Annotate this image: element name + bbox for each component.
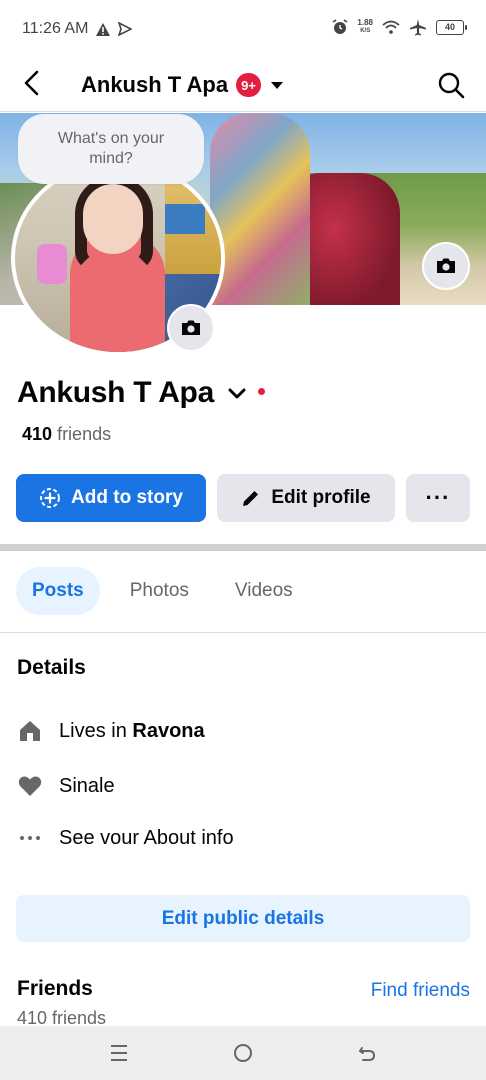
return-icon <box>359 1047 376 1061</box>
back-arrow-icon <box>24 70 39 96</box>
profile-name: Ankush T Apa <box>17 376 214 409</box>
notification-badge: 9+ <box>236 73 261 97</box>
notification-dot <box>257 387 265 395</box>
search-icon <box>438 72 465 99</box>
header-title-group[interactable]: Ankush T Apa 9+ <box>81 72 283 98</box>
friends-count[interactable]: 410 friends <box>22 424 111 445</box>
lives-place: Ravona <box>132 719 205 742</box>
airplane-icon <box>410 19 426 36</box>
profile-name-group[interactable]: Ankush T Apa <box>17 376 265 410</box>
friends-title: Friends <box>17 977 93 1000</box>
see-about-info-link[interactable]: See vour About info <box>17 823 234 853</box>
more-options-button[interactable]: ··· <box>406 474 470 522</box>
caret-down-icon <box>270 81 283 89</box>
menu-button[interactable] <box>107 1041 131 1065</box>
system-back-button[interactable] <box>355 1041 379 1065</box>
add-story-icon <box>40 488 61 508</box>
detail-lives-in: Lives in Ravona <box>17 716 205 746</box>
whats-on-your-mind-bubble[interactable]: What's on your mind? <box>18 114 204 184</box>
add-to-story-button[interactable]: Add to story <box>16 474 206 522</box>
more-options-label: ··· <box>425 485 451 510</box>
menu-icon <box>111 1045 127 1061</box>
edit-profile-label: Edit profile <box>271 487 371 508</box>
tabs-divider <box>0 632 486 633</box>
details-title: Details <box>17 656 86 679</box>
lives-prefix: Lives in <box>59 719 133 742</box>
detail-relationship: Sinale <box>17 771 115 801</box>
system-nav-bar <box>0 1026 486 1080</box>
battery-indicator: 40 <box>436 19 467 35</box>
warning-icon <box>96 22 111 36</box>
tab-posts[interactable]: Posts <box>16 567 100 615</box>
chevron-down-icon <box>228 388 246 399</box>
add-to-story-label: Add to story <box>71 487 183 508</box>
heart-icon <box>18 776 42 796</box>
profile-tabs: Posts Photos Videos <box>16 567 309 615</box>
relationship-status: Sinale <box>59 774 115 797</box>
edit-profile-picture-button[interactable] <box>167 304 215 352</box>
about-info-label: See vour About info <box>59 826 234 849</box>
send-icon <box>118 22 133 36</box>
wifi-icon <box>382 20 400 34</box>
pencil-icon <box>243 491 259 506</box>
edit-profile-button[interactable]: Edit profile <box>217 474 395 522</box>
net-speed: 1.88 K/S <box>357 18 373 35</box>
edit-cover-button[interactable] <box>422 242 470 290</box>
camera-icon <box>182 320 200 335</box>
find-friends-link[interactable]: Find friends <box>371 980 470 1002</box>
home-button[interactable] <box>231 1041 255 1065</box>
edit-public-details-label: Edit public details <box>161 907 325 929</box>
tab-photos[interactable]: Photos <box>114 567 205 615</box>
tab-videos[interactable]: Videos <box>219 567 309 615</box>
search-button[interactable] <box>436 70 466 100</box>
home-icon <box>20 721 40 741</box>
camera-icon <box>437 258 455 273</box>
section-divider <box>0 544 486 551</box>
back-button[interactable] <box>18 68 48 98</box>
composer-prompt: What's on your mind? <box>57 130 165 167</box>
edit-public-details-button[interactable]: Edit public details <box>16 895 470 942</box>
status-time: 11:26 AM <box>22 20 89 37</box>
more-dots-icon <box>20 836 40 840</box>
header-title: Ankush T Apa <box>81 72 229 97</box>
status-bar: 11:26 AM 1.88 K/S 40 <box>0 0 486 60</box>
circle-home-icon <box>234 1044 252 1062</box>
alarm-icon <box>332 19 348 34</box>
profile-header: Ankush T Apa 9+ <box>0 60 486 112</box>
